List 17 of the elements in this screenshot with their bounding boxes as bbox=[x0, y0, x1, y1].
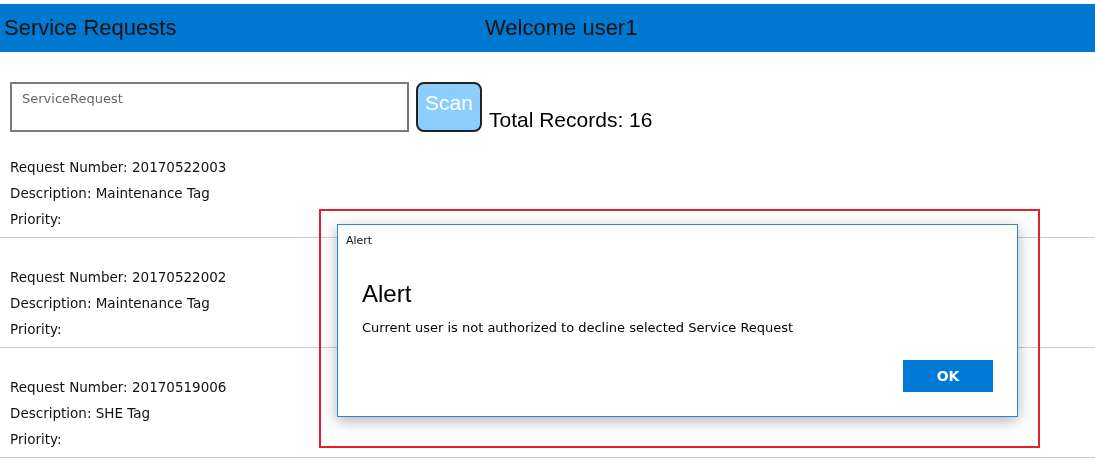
request-priority: Priority: bbox=[10, 430, 62, 448]
dialog-message: Current user is not authorized to decline selected Service Request bbox=[362, 320, 795, 335]
welcome-text: Welcome user1 bbox=[485, 15, 638, 41]
app-title: Service Requests bbox=[3, 15, 178, 41]
request-number: Request Number: 20170519006 bbox=[10, 378, 227, 396]
request-description: Description: SHE Tag bbox=[10, 404, 151, 422]
request-priority: Priority: bbox=[10, 210, 62, 228]
total-records: Total Records: 16 bbox=[489, 108, 653, 132]
dialog-window-title: Alert bbox=[346, 234, 374, 247]
service-request-field[interactable]: ServiceRequest bbox=[10, 82, 409, 132]
dialog-heading: Alert bbox=[362, 280, 413, 308]
request-number: Request Number: 20170522003 bbox=[10, 158, 227, 176]
request-priority: Priority: bbox=[10, 320, 62, 338]
request-number: Request Number: 20170522002 bbox=[10, 268, 227, 286]
request-description: Description: Maintenance Tag bbox=[10, 294, 210, 312]
ok-button[interactable]: OK bbox=[903, 360, 993, 392]
request-description: Description: Maintenance Tag bbox=[10, 184, 210, 202]
